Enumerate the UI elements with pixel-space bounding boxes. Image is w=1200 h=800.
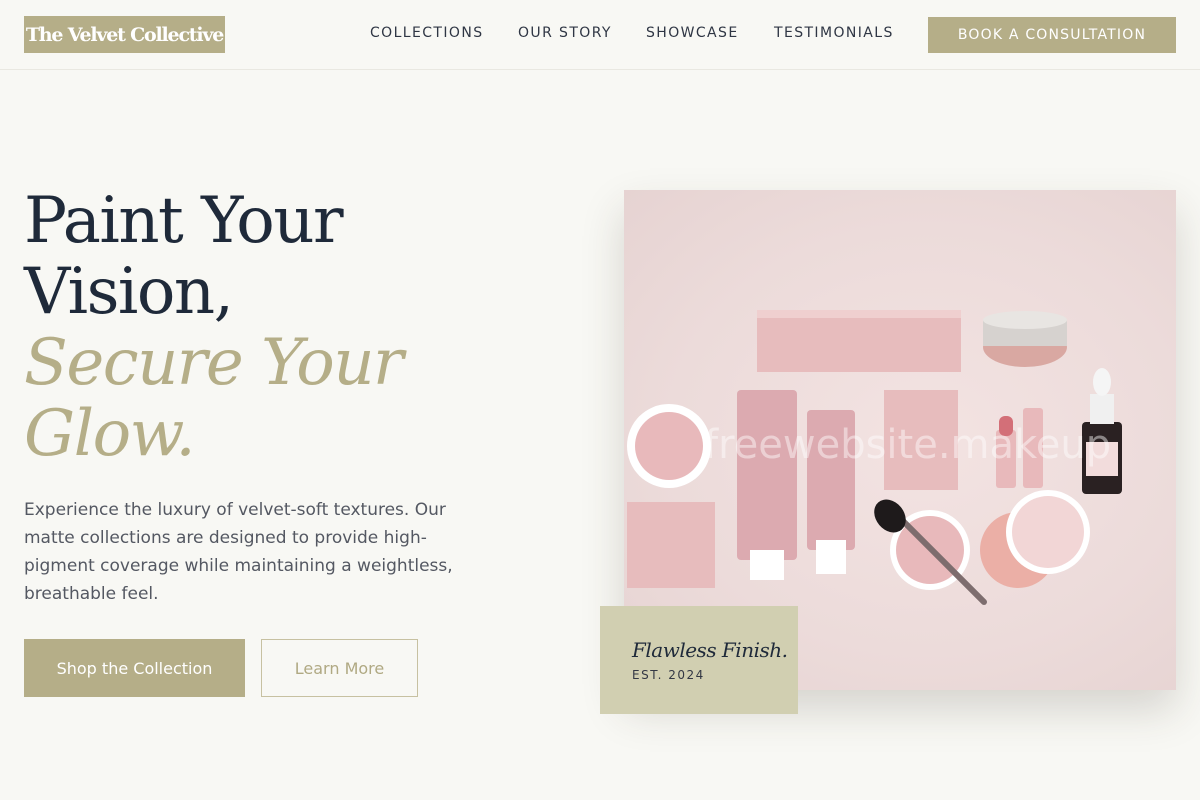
- nav-link-showcase[interactable]: SHOWCASE: [646, 25, 739, 41]
- badge-title: Flawless Finish.: [632, 638, 788, 662]
- product-square-box: [627, 502, 715, 588]
- nav-link-collections[interactable]: COLLECTIONS: [370, 25, 483, 41]
- image-watermark: freewebsite.makeup: [704, 422, 1112, 468]
- nav-link-our-story[interactable]: OUR STORY: [518, 25, 612, 41]
- brand-logo[interactable]: The Velvet Collective: [24, 16, 225, 53]
- product-long-box: [757, 310, 961, 372]
- book-consultation-button[interactable]: BOOK A CONSULTATION: [928, 17, 1176, 53]
- hero-headline: Paint Your Vision, Secure Your Glow.: [24, 186, 584, 470]
- site-header: The Velvet Collective COLLECTIONS OUR ST…: [0, 0, 1200, 70]
- product-tube-large: [737, 390, 797, 560]
- hero-description: Experience the luxury of velvet-soft tex…: [24, 500, 453, 604]
- headline-line-2: Vision,: [24, 255, 234, 329]
- badge-established: EST. 2024: [632, 668, 705, 682]
- flawless-finish-badge: Flawless Finish. EST. 2024: [600, 606, 798, 714]
- nav-link-testimonials[interactable]: TESTIMONIALS: [774, 25, 894, 41]
- shop-collection-button[interactable]: Shop the Collection: [24, 639, 245, 697]
- learn-more-button[interactable]: Learn More: [261, 639, 418, 697]
- headline-line-1: Paint Your: [24, 184, 344, 258]
- headline-accent-line-2: Glow.: [24, 397, 196, 471]
- headline-accent-line-1: Secure Your: [24, 326, 404, 400]
